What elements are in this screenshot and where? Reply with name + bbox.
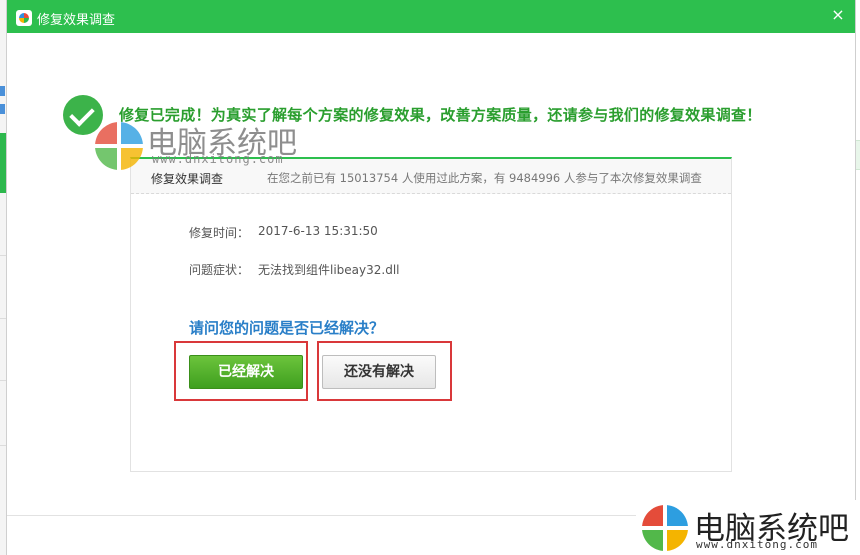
survey-usage-stats: 在您之前已有 15013754 人使用过此方案，有 9484996 人参与了本次…	[267, 171, 702, 185]
symptom-value: 无法找到组件libeay32.dll	[258, 263, 400, 277]
dialog-title: 修复效果调查	[37, 13, 116, 28]
survey-panel: 修复效果调查 在您之前已有 15013754 人使用过此方案，有 9484996…	[130, 157, 732, 472]
not-solved-button[interactable]: 还没有解决	[322, 355, 436, 389]
watermark-logo-icon	[642, 505, 688, 551]
watermark-corner-url: www.dnxitong.com	[696, 538, 818, 551]
watermark-url: www.dnxitong.com	[152, 152, 284, 166]
watermark-overlay: 电脑系统吧 www.dnxitong.com	[95, 118, 305, 174]
resolved-question: 请问您的问题是否已经解决？	[189, 319, 385, 337]
background-link	[0, 104, 5, 114]
watermark-corner: 电脑系统吧 www.dnxitong.com	[636, 500, 860, 555]
app-icon	[16, 10, 32, 26]
repair-survey-dialog: 修复效果调查 × 修复已完成！为真实了解每个方案的修复效果，改善方案质量，还请参…	[6, 0, 856, 555]
watermark-logo-icon	[95, 122, 143, 170]
background-link	[0, 86, 5, 96]
repair-time-value: 2017-6-13 15:31:50	[258, 224, 378, 238]
repair-time-label: 修复时间：	[189, 226, 250, 240]
solved-button[interactable]: 已经解决	[189, 355, 303, 389]
symptom-label: 问题症状：	[189, 263, 250, 277]
close-icon[interactable]: ×	[827, 4, 849, 26]
dialog-titlebar[interactable]: 修复效果调查 ×	[7, 0, 855, 33]
